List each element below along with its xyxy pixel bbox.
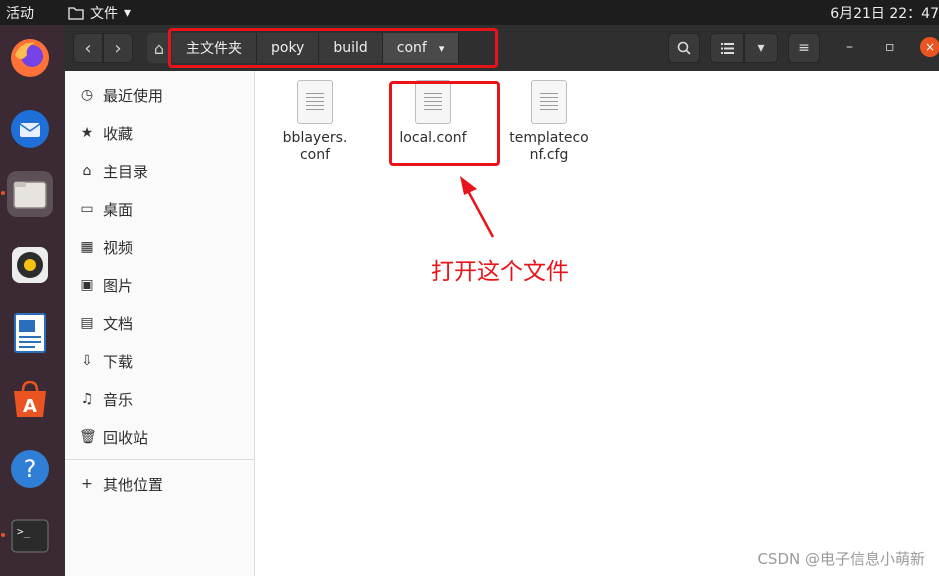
chevron-down-icon: ▾ xyxy=(757,40,765,56)
sidebar-item-music[interactable]: ♫ 音乐 xyxy=(65,380,254,418)
search-button[interactable] xyxy=(668,33,700,63)
thunderbird-icon[interactable] xyxy=(7,105,53,151)
terminal-icon[interactable]: >_ xyxy=(7,513,53,559)
annotation-text: 打开这个文件 xyxy=(431,259,569,285)
sidebar-item-label: 其他位置 xyxy=(103,475,164,494)
trash-icon: 🗑 xyxy=(79,429,97,445)
download-icon: ⇩ xyxy=(81,353,93,369)
sidebar-item-home[interactable]: ⌂ 主目录 xyxy=(65,152,254,190)
document-icon: ▤ xyxy=(80,315,94,331)
forward-button[interactable]: › xyxy=(103,33,133,63)
libreoffice-writer-icon[interactable] xyxy=(7,310,53,356)
breadcrumb-highlight-box xyxy=(168,28,498,68)
clock-icon: ◷ xyxy=(80,87,94,103)
sidebar-item-label: 文档 xyxy=(103,314,134,333)
sidebar-item-label: 收藏 xyxy=(103,124,134,143)
firefox-icon[interactable] xyxy=(7,35,53,81)
file-name: nf.cfg xyxy=(529,147,569,163)
activities-button[interactable]: 活动 xyxy=(6,3,34,23)
sidebar-item-label: 音乐 xyxy=(103,390,134,409)
sidebar-item-pictures[interactable]: ▣ 图片 xyxy=(65,266,254,304)
sidebar-item-recent[interactable]: ◷ 最近使用 xyxy=(65,76,254,114)
home-icon: ⌂ xyxy=(82,163,92,179)
back-button[interactable]: ‹ xyxy=(73,33,103,63)
app-name: 文件 xyxy=(90,6,118,22)
file-item[interactable]: bblayers. conf xyxy=(267,80,363,164)
watermark: CSDN @电子信息小萌新 xyxy=(757,550,925,568)
menu-button[interactable]: ≡ xyxy=(788,33,820,63)
rhythmbox-icon[interactable] xyxy=(7,242,53,288)
chevron-right-icon: › xyxy=(114,37,122,59)
sidebar-item-label: 回收站 xyxy=(103,428,149,447)
svg-text:>_: >_ xyxy=(17,525,31,538)
annotation-arrow-icon xyxy=(460,176,495,238)
file-item[interactable]: templateco nf.cfg xyxy=(501,80,597,164)
file-name: bblayers. xyxy=(282,130,348,146)
app-menu[interactable]: 文件 ▾ xyxy=(68,3,131,23)
sidebar-item-label: 下载 xyxy=(103,352,134,371)
sidebar-item-documents[interactable]: ▤ 文档 xyxy=(65,304,254,342)
home-icon: ⌂ xyxy=(153,38,165,58)
picture-icon: ▣ xyxy=(80,277,94,293)
minimize-button[interactable]: – xyxy=(846,39,853,55)
sidebar-item-label: 最近使用 xyxy=(103,86,164,105)
file-highlight-box xyxy=(389,81,500,166)
top-bar: 活动 文件 ▾ 6月21日 22：47 xyxy=(0,0,939,25)
sidebar: ◷ 最近使用 ★ 收藏 ⌂ 主目录 ▭ 桌面 ▦ 视频 ▣ 图片 ▤ 文档 ⇩ 下载 ♫ 音乐 🗑… xyxy=(65,71,255,576)
close-icon: × xyxy=(924,40,936,54)
maximize-button[interactable]: ▫ xyxy=(885,39,895,55)
sidebar-item-label: 图片 xyxy=(103,276,134,295)
sidebar-item-desktop[interactable]: ▭ 桌面 xyxy=(65,190,254,228)
sidebar-item-starred[interactable]: ★ 收藏 xyxy=(65,114,254,152)
text-file-icon xyxy=(297,80,333,124)
sidebar-item-label: 视频 xyxy=(103,238,134,257)
view-toggle-button[interactable] xyxy=(710,33,744,63)
view-options-button[interactable]: ▾ xyxy=(744,33,778,63)
chevron-left-icon: ‹ xyxy=(84,37,92,59)
hamburger-menu-icon: ≡ xyxy=(798,40,810,56)
svg-text:?: ? xyxy=(24,455,37,483)
help-icon[interactable]: ? xyxy=(7,446,53,492)
sidebar-item-label: 主目录 xyxy=(103,162,149,181)
search-icon xyxy=(677,41,691,55)
close-button[interactable]: × xyxy=(920,37,939,57)
desktop-icon: ▭ xyxy=(80,201,94,217)
folder-icon xyxy=(68,7,84,20)
video-icon: ▦ xyxy=(80,239,94,255)
chevron-down-icon: ▾ xyxy=(124,5,132,21)
sidebar-item-other-locations[interactable]: + 其他位置 xyxy=(65,465,254,503)
sidebar-item-videos[interactable]: ▦ 视频 xyxy=(65,228,254,266)
ubuntu-software-icon[interactable]: A xyxy=(7,377,53,423)
sidebar-item-label: 桌面 xyxy=(103,200,134,219)
dock: A ? >_ xyxy=(0,25,65,576)
running-indicator xyxy=(1,533,5,537)
files-icon[interactable] xyxy=(7,171,53,217)
music-icon: ♫ xyxy=(80,391,94,407)
plus-icon: + xyxy=(81,476,93,492)
sidebar-divider xyxy=(65,459,254,460)
sidebar-item-downloads[interactable]: ⇩ 下载 xyxy=(65,342,254,380)
clock[interactable]: 6月21日 22：47 xyxy=(830,3,939,23)
list-view-icon xyxy=(720,42,734,54)
file-name: templateco xyxy=(509,130,589,146)
star-icon: ★ xyxy=(80,125,94,141)
sidebar-item-trash[interactable]: 🗑 回收站 xyxy=(65,418,254,456)
svg-text:A: A xyxy=(23,396,37,417)
file-name: conf xyxy=(299,147,331,163)
running-indicator xyxy=(1,191,5,195)
text-file-icon xyxy=(531,80,567,124)
